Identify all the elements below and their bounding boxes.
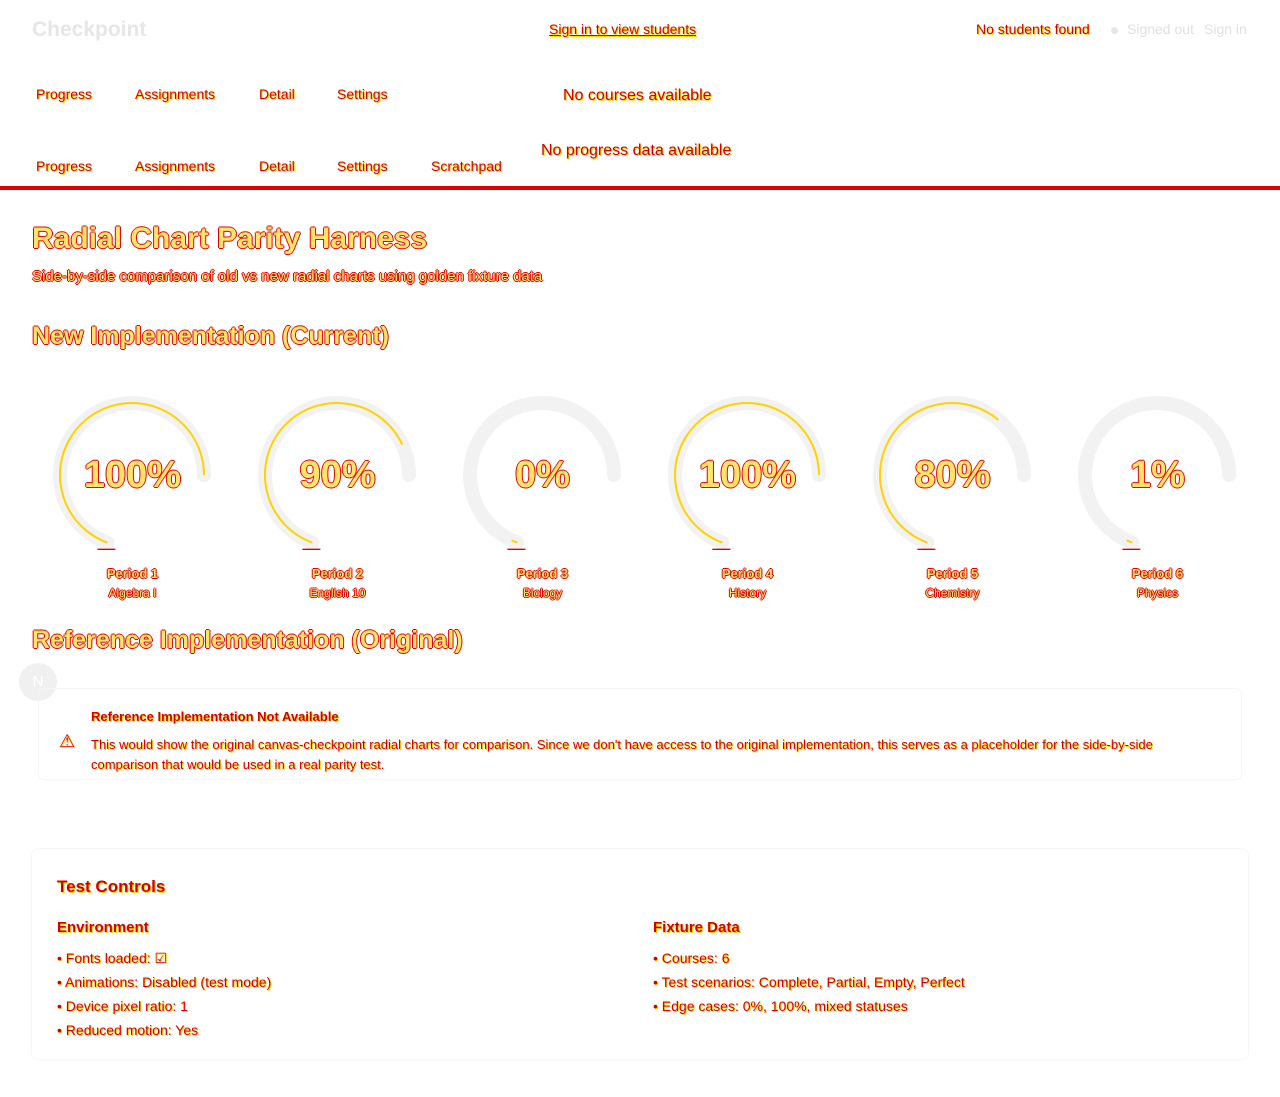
radial-percent: 100% [83, 454, 182, 496]
page-title: Radial Chart Parity Harness [32, 222, 428, 255]
course-nav: Progress Assignments Detail Settings No … [0, 82, 1280, 112]
radial-chart[interactable]: 1% Period 6 Physics [1055, 380, 1260, 610]
radial-percent: 90% [299, 454, 376, 496]
tab-progress[interactable]: Progress [36, 158, 92, 174]
tab-settings[interactable]: Settings [337, 86, 388, 102]
sign-in-to-view-students-link[interactable]: Sign in to view students [549, 21, 696, 37]
reference-text: This would show the original canvas-chec… [91, 737, 1153, 772]
tab-detail[interactable]: Detail [259, 86, 295, 102]
list-item: Animations: Disabled (test mode) [57, 970, 617, 994]
no-students-status: No students found [976, 21, 1090, 37]
new-implementation-heading: New Implementation (Current) [32, 322, 389, 350]
radial-course: Physics [1136, 586, 1179, 600]
tab-detail[interactable]: Detail [259, 158, 295, 174]
radial-chart-row: 100% Period 1 Algebra I 90% Period 2 Eng… [30, 380, 1260, 610]
header-divider [0, 186, 1280, 190]
list-item: Device pixel ratio: 1 [57, 994, 617, 1018]
radial-percent: 0% [515, 454, 570, 496]
radial-chart[interactable]: 100% Period 4 History [645, 380, 850, 610]
radial-chart[interactable]: 100% Period 1 Algebra I [30, 380, 235, 610]
top-bar: Checkpoint Sign in to view students No s… [0, 0, 1280, 60]
no-progress-message: No progress data available [541, 142, 732, 159]
radial-course: Biology [522, 586, 563, 600]
no-courses-message: No courses available [563, 87, 712, 104]
radial-period: Period 6 [1131, 566, 1184, 581]
radial-course: Chemistry [925, 586, 980, 600]
radial-chart[interactable]: 80% Period 5 Chemistry [850, 380, 1055, 610]
tab-settings[interactable]: Settings [337, 158, 388, 174]
radial-course: English 10 [309, 586, 366, 600]
reference-implementation-heading: Reference Implementation (Original) [32, 626, 463, 654]
radial-chart[interactable]: 0% Period 3 Biology [440, 380, 645, 610]
fixture-title: Fixture Data [653, 919, 740, 936]
radial-period: Period 3 [516, 566, 569, 581]
environment-column: Environment Fonts loaded: ☑ Animations: … [57, 919, 617, 1042]
environment-title: Environment [57, 919, 149, 936]
list-item: Test scenarios: Complete, Partial, Empty… [653, 970, 1213, 994]
radial-percent: 1% [1130, 454, 1185, 496]
list-item: Edge cases: 0%, 100%, mixed statuses [653, 994, 1213, 1018]
radial-course: History [728, 586, 767, 600]
radial-percent: 80% [914, 454, 991, 496]
radial-chart[interactable]: 90% Period 2 English 10 [235, 380, 440, 610]
tab-scratchpad[interactable]: Scratchpad [431, 158, 502, 174]
tab-progress[interactable]: Progress [36, 86, 92, 102]
status-dot-icon [1111, 27, 1118, 34]
reference-placeholder-box: ⚠ Reference Implementation Not Available… [38, 688, 1242, 780]
tab-assignments[interactable]: Assignments [135, 158, 215, 174]
app-logo[interactable]: Checkpoint [32, 18, 146, 42]
progress-nav: Progress Assignments Detail Settings Scr… [0, 142, 1280, 184]
page-subtitle: Side-by-side comparison of old vs new ra… [32, 268, 543, 285]
radial-period: Period 1 [106, 566, 159, 581]
radial-period: Period 4 [721, 566, 774, 581]
radial-period: Period 2 [311, 566, 364, 581]
reference-title: Reference Implementation Not Available [91, 709, 339, 724]
test-controls-panel: Test Controls Environment Fonts loaded: … [31, 848, 1249, 1060]
list-item: Fonts loaded: ☑ [57, 946, 617, 970]
tab-assignments[interactable]: Assignments [135, 86, 215, 102]
list-item: Reduced motion: Yes [57, 1018, 617, 1042]
radial-period: Period 5 [926, 566, 979, 581]
radial-course: Algebra I [108, 586, 157, 600]
test-controls-title: Test Controls [57, 877, 166, 896]
radial-percent: 100% [698, 454, 797, 496]
list-item: Courses: 6 [653, 946, 1213, 970]
fixture-column: Fixture Data Courses: 6 Test scenarios: … [653, 919, 1213, 1018]
signed-out-status: Signed out [1127, 21, 1194, 37]
warning-icon: ⚠ [59, 731, 76, 751]
sign-in-button[interactable]: Sign in [1204, 21, 1247, 37]
